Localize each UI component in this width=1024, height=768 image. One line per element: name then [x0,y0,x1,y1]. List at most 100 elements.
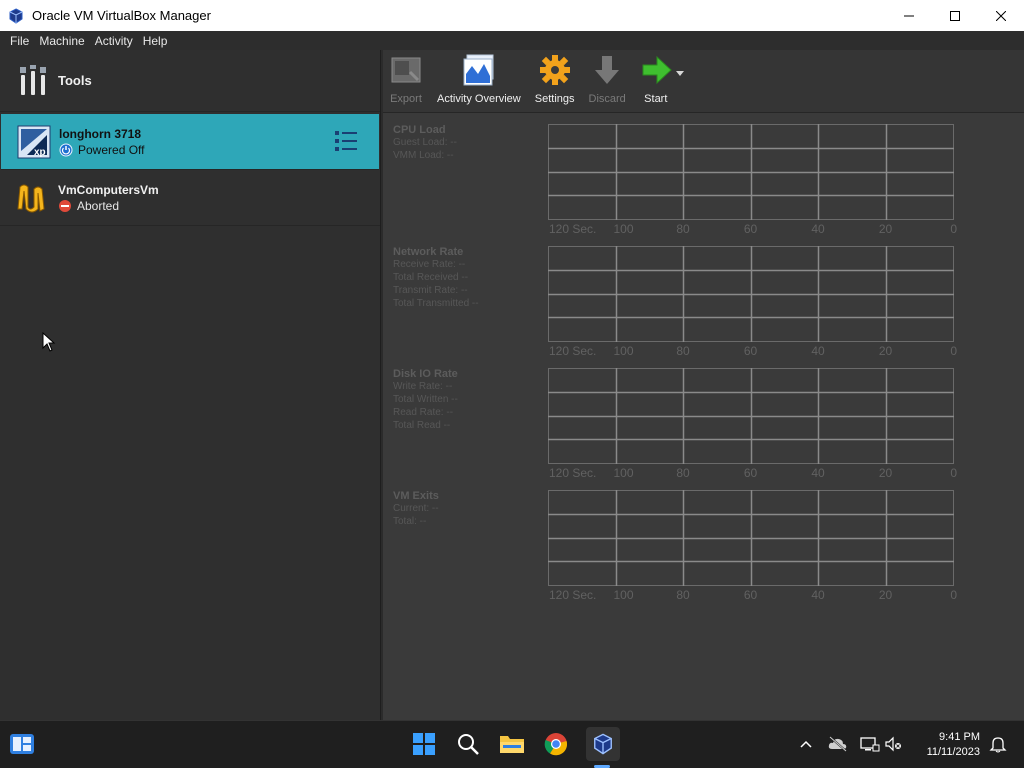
chrome-button[interactable] [542,730,570,758]
vm-state: Aborted [58,199,159,213]
axis-tick-label: 0 [950,588,957,602]
chevron-down-icon[interactable] [675,69,685,77]
menu-file[interactable]: File [10,34,29,48]
discard-label: Discard [588,93,626,105]
discard-button[interactable]: Discard [589,53,626,105]
virtualbox-taskbar-button[interactable] [586,727,620,761]
network-rate-section: Network Rate Receive Rate: -- Total Rece… [383,236,1024,358]
axis-tick-label: 100 [613,222,634,236]
speaker-muted-icon [885,736,901,752]
activity-overview-label: Activity Overview [437,93,521,105]
axis-tick-label: 40 [811,588,825,602]
clock-date: 11/11/2023 [926,746,980,758]
vm-state-label: Aborted [77,198,120,213]
start-button[interactable]: Start [640,53,686,105]
axis-tick-label: 80 [676,344,690,358]
powered-off-icon [59,143,73,156]
windows-xp-os-icon: xp [17,125,51,158]
system-clock[interactable]: 9:41 PM 11/11/2023 [927,730,980,760]
metric-line: Write Rate: -- [393,381,453,392]
metric-title: CPU Load [393,124,446,136]
clock-time: 9:41 PM [939,731,980,743]
axis-tick-label: 60 [743,588,758,602]
vm-state-label: Powered Off [78,142,145,157]
close-button[interactable] [978,0,1024,31]
metric-line: Current: -- [393,503,439,514]
start-label: Start [644,93,668,105]
axis-tick-label: 0 [950,222,957,236]
export-icon [391,57,421,83]
axis-tick-label: 100 [613,344,634,358]
axis-tick-label: 60 [743,344,758,358]
taskbar: 9:41 PM 11/11/2023 [0,720,1024,768]
vm-state: Powered Off [59,143,144,157]
menu-bar: File Machine Activity Help [0,31,1024,50]
notifications-button[interactable] [984,730,1012,758]
axis-tick-label: 40 [811,466,825,480]
axis-tick-label: 60 [743,222,758,236]
metric-line: Transmit Rate: -- [393,285,468,296]
activity-overview-button[interactable]: Activity Overview [437,53,521,105]
chrome-icon [544,733,568,756]
settings-button[interactable]: Settings [535,53,575,105]
export-button[interactable]: Export [389,53,423,105]
search-button[interactable] [454,730,482,758]
vm-item-longhorn[interactable]: xp longhorn 3718 Powered Off [1,114,379,170]
svg-text:xp: xp [34,147,46,158]
title-bar: Oracle VM VirtualBox Manager [0,0,1024,31]
menu-machine[interactable]: Machine [39,34,84,48]
network-icon [860,737,880,752]
axis-tick-label: 40 [811,222,825,236]
metric-title: Network Rate [393,246,464,258]
minimize-button[interactable] [886,0,932,31]
metric-line: Read Rate: -- [393,407,454,418]
axis-tick-label: 20 [878,344,893,358]
vm-name: longhorn 3718 [59,126,142,141]
volume-button[interactable] [880,730,908,758]
details-pane: Export Activity Overview Settings Discar… [383,50,1024,720]
axis-tick-label: 20 [878,466,893,480]
minimize-icon [904,15,914,16]
file-explorer-button[interactable] [498,730,526,758]
axis-tick-label: 120 Sec. [549,222,597,236]
virtualbox-icon [594,733,612,755]
gear-icon [539,55,570,85]
windows-logo-icon [413,733,435,755]
metric-line: VMM Load: -- [393,150,454,161]
start-menu-button[interactable] [410,730,438,758]
list-view-icon[interactable] [333,128,359,154]
mouse-cursor-icon [42,332,56,352]
window-title: Oracle VM VirtualBox Manager [32,8,211,23]
metric-line: Receive Rate: -- [393,259,466,270]
metric-title: VM Exits [393,490,439,502]
vm-item-vmcomputersvm[interactable]: VmComputersVm Aborted [0,170,380,226]
metric-line: Total Transmitted -- [393,298,479,309]
cpu-load-section: CPU Load Guest Load: -- VMM Load: -- 120… [383,114,1024,236]
start-arrow-icon [642,55,672,85]
menu-activity[interactable]: Activity [95,34,133,48]
axis-tick-label: 120 Sec. [549,466,597,480]
disk-io-chart [548,368,954,464]
tools-label: Tools [58,73,92,88]
axis-tick-label: 80 [676,466,690,480]
metric-line: Total Received -- [393,272,469,283]
menu-help[interactable]: Help [143,34,168,48]
maximize-button[interactable] [932,0,978,31]
axis-tick-label: 40 [811,344,825,358]
other-os-icon [17,184,45,212]
axis-tick-label: 20 [878,222,893,236]
axis-tick-label: 100 [613,588,634,602]
cpu-load-chart [548,124,954,220]
onedrive-button[interactable] [824,730,852,758]
widgets-icon [10,734,34,754]
bell-icon [989,737,1007,753]
axis-tick-label: 120 Sec. [549,588,597,602]
show-hidden-icons-button[interactable] [792,730,820,758]
widgets-button[interactable] [8,730,36,758]
virtualbox-icon [9,7,23,24]
metric-line: Total Written -- [393,394,458,405]
metric-line: Total: -- [393,516,427,527]
tools-item[interactable]: Tools [0,50,380,112]
activity-overview-icon [463,54,494,86]
vm-name: VmComputersVm [58,182,159,197]
